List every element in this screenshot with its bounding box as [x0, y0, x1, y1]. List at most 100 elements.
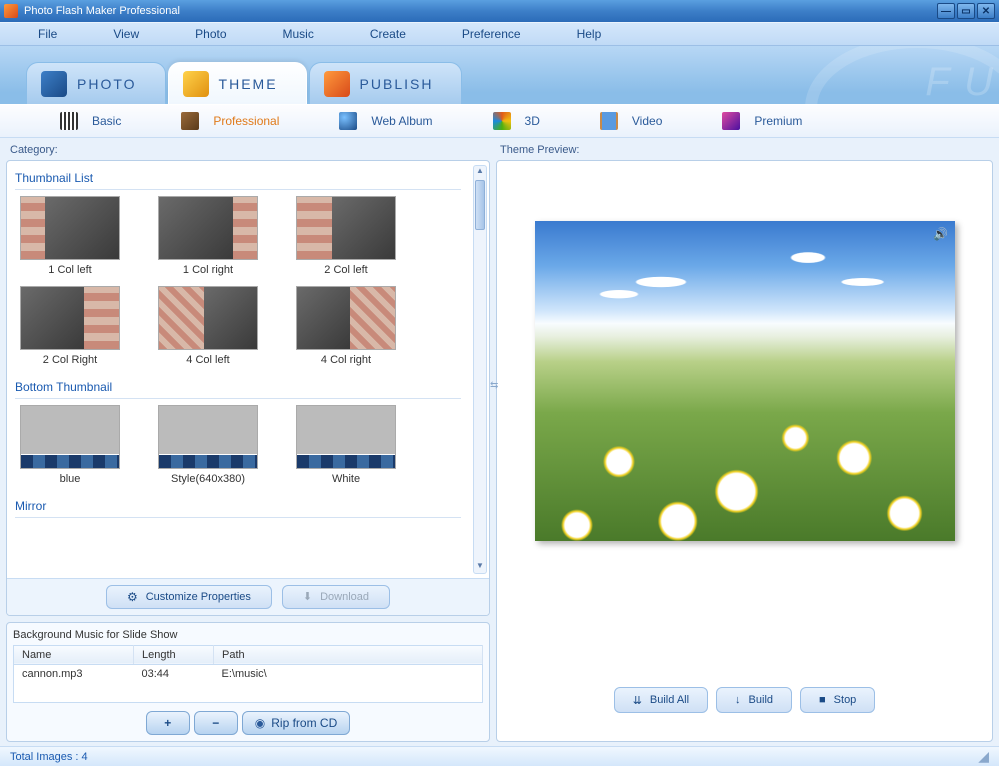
- music-path: E:\music\: [214, 664, 483, 683]
- subtool-video[interactable]: Video: [600, 112, 662, 130]
- download-button[interactable]: Download: [282, 585, 390, 609]
- rip-from-cd-button[interactable]: Rip from CD: [242, 711, 351, 735]
- subtool-professional[interactable]: Professional: [181, 112, 279, 130]
- group-thumbnail-list: Thumbnail List: [15, 167, 461, 190]
- music-panel-title: Background Music for Slide Show: [13, 629, 483, 641]
- thumb-caption: 4 Col right: [321, 354, 371, 366]
- scroll-down-icon[interactable]: ▼: [474, 561, 486, 573]
- plus-icon: +: [164, 716, 171, 730]
- rip-label: Rip from CD: [271, 716, 337, 730]
- thumb-caption: Style(640x380): [171, 473, 245, 485]
- thumb-caption: 2 Col Right: [43, 354, 97, 366]
- thumb-caption: 1 Col left: [48, 264, 91, 276]
- theme-4-col-left[interactable]: 4 Col left: [153, 286, 263, 366]
- theme-2-col-right[interactable]: 2 Col Right: [15, 286, 125, 366]
- gear-icon: [127, 590, 138, 604]
- music-add-button[interactable]: +: [146, 711, 190, 735]
- build-all-label: Build All: [650, 694, 689, 706]
- stop-label: Stop: [834, 694, 857, 706]
- thumb-caption: 1 Col right: [183, 264, 233, 276]
- theme-2-col-left[interactable]: 2 Col left: [291, 196, 401, 276]
- menu-photo[interactable]: Photo: [167, 27, 254, 41]
- 3d-icon: [493, 112, 511, 130]
- music-col-path[interactable]: Path: [214, 645, 483, 664]
- group-mirror: Mirror: [15, 495, 461, 518]
- menu-file[interactable]: File: [10, 27, 85, 41]
- scroll-thumb[interactable]: [475, 180, 485, 230]
- menu-bar: File View Photo Music Create Preference …: [0, 22, 999, 46]
- resize-grip-icon[interactable]: ◢: [978, 748, 989, 765]
- splitter-handle[interactable]: ⇆: [490, 380, 498, 391]
- publish-icon: [324, 71, 350, 97]
- menu-music[interactable]: Music: [255, 27, 342, 41]
- subtool-3d[interactable]: 3D: [493, 112, 540, 130]
- stop-button[interactable]: ■ Stop: [800, 687, 875, 713]
- build-label: Build: [749, 694, 773, 706]
- menu-create[interactable]: Create: [342, 27, 434, 41]
- stop-icon: ■: [819, 694, 826, 706]
- build-all-icon: ⇊: [633, 694, 642, 707]
- theme-1-col-right[interactable]: 1 Col right: [153, 196, 263, 276]
- subtool-webalbum-label: Web Album: [371, 114, 432, 128]
- theme-icon: [183, 71, 209, 97]
- thumb-caption: White: [332, 473, 360, 485]
- decorative-text: F U: [925, 60, 995, 104]
- title-bar: Photo Flash Maker Professional — ▭ ✕: [0, 0, 999, 22]
- theme-style-640x380[interactable]: Style(640x380): [153, 405, 263, 485]
- minus-icon: −: [212, 716, 219, 730]
- category-label: Category:: [6, 142, 490, 160]
- app-icon: [4, 4, 18, 18]
- music-length: 03:44: [134, 664, 214, 683]
- sound-icon[interactable]: 🔊: [933, 227, 949, 243]
- subtool-basic-label: Basic: [92, 114, 121, 128]
- maximize-button[interactable]: ▭: [957, 3, 975, 19]
- build-button[interactable]: ↓ Build: [716, 687, 792, 713]
- music-col-name[interactable]: Name: [14, 645, 134, 664]
- video-icon: [600, 112, 618, 130]
- build-icon: ↓: [735, 694, 741, 706]
- status-total-images: Total Images : 4: [10, 751, 88, 763]
- webalbum-icon: [339, 112, 357, 130]
- subtool-basic[interactable]: Basic: [60, 112, 121, 130]
- music-remove-button[interactable]: −: [194, 711, 238, 735]
- theme-white[interactable]: White: [291, 405, 401, 485]
- tab-theme[interactable]: Theme: [168, 62, 307, 104]
- theme-category-toolbar: Basic Professional Web Album 3D Video Pr…: [0, 104, 999, 138]
- download-label: Download: [320, 591, 369, 603]
- minimize-button[interactable]: —: [937, 3, 955, 19]
- theme-blue[interactable]: blue: [15, 405, 125, 485]
- customize-properties-button[interactable]: Customize Properties: [106, 585, 272, 609]
- subtool-premium[interactable]: Premium: [722, 112, 802, 130]
- download-icon: [303, 590, 312, 603]
- close-button[interactable]: ✕: [977, 3, 995, 19]
- category-actions: Customize Properties Download: [7, 578, 489, 615]
- thumb-caption: 4 Col left: [186, 354, 229, 366]
- music-name: cannon.mp3: [14, 664, 134, 683]
- menu-view[interactable]: View: [85, 27, 167, 41]
- status-bar: Total Images : 4 ◢: [0, 746, 999, 766]
- category-scrollbar[interactable]: ▲ ▼: [473, 165, 487, 574]
- premium-icon: [722, 112, 740, 130]
- subtool-webalbum[interactable]: Web Album: [339, 112, 432, 130]
- tab-publish[interactable]: Publish: [309, 62, 463, 104]
- subtool-video-label: Video: [632, 114, 662, 128]
- theme-1-col-left[interactable]: 1 Col left: [15, 196, 125, 276]
- preview-label: Theme Preview:: [496, 142, 993, 160]
- subtool-premium-label: Premium: [754, 114, 802, 128]
- subtool-professional-label: Professional: [213, 114, 279, 128]
- tab-photo[interactable]: Photo: [26, 62, 166, 104]
- menu-help[interactable]: Help: [549, 27, 630, 41]
- main-tabs: Photo Theme Publish F U: [0, 46, 999, 104]
- thumb-caption: blue: [60, 473, 81, 485]
- thumb-caption: 2 Col left: [324, 264, 367, 276]
- scroll-up-icon[interactable]: ▲: [474, 166, 486, 178]
- group-bottom-thumbnail: Bottom Thumbnail: [15, 376, 461, 399]
- customize-label: Customize Properties: [146, 591, 251, 603]
- menu-preference[interactable]: Preference: [434, 27, 549, 41]
- app-title: Photo Flash Maker Professional: [24, 5, 937, 17]
- tab-photo-label: Photo: [77, 76, 137, 92]
- build-all-button[interactable]: ⇊ Build All: [614, 687, 708, 713]
- music-row[interactable]: cannon.mp3 03:44 E:\music\: [14, 664, 483, 683]
- theme-4-col-right[interactable]: 4 Col right: [291, 286, 401, 366]
- music-col-length[interactable]: Length: [134, 645, 214, 664]
